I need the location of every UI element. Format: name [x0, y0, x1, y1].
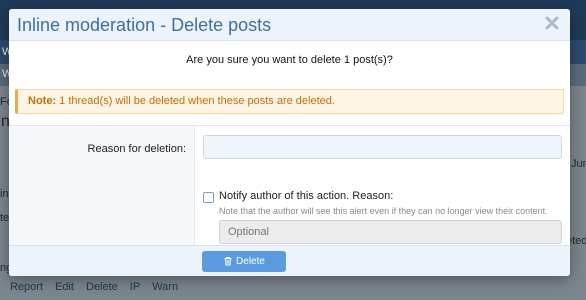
dialog-header: Inline moderation - Delete posts	[9, 9, 570, 41]
warn-link[interactable]: Warn	[152, 281, 178, 293]
notify-author-hint: Note that the author will see this alert…	[219, 206, 548, 216]
notify-author-label[interactable]: Notify author of this action. Reason:	[219, 190, 393, 202]
delete-link[interactable]: Delete	[86, 281, 118, 293]
ip-link[interactable]: IP	[130, 281, 140, 293]
edit-link[interactable]: Edit	[55, 281, 74, 293]
dialog-title: Inline moderation - Delete posts	[17, 15, 272, 35]
trash-icon	[224, 257, 232, 266]
close-icon[interactable]	[544, 15, 560, 31]
dialog-footer: Delete	[9, 245, 570, 276]
delete-posts-dialog: Inline moderation - Delete posts Are you…	[9, 9, 570, 276]
alert-reason-input[interactable]	[219, 220, 562, 244]
note-label: Note:	[28, 95, 57, 107]
notify-author-checkbox[interactable]	[203, 192, 214, 203]
reason-label: Reason for deletion:	[87, 143, 186, 155]
reason-input[interactable]	[203, 135, 562, 159]
delete-form: Reason for deletion: Notify author of th…	[9, 125, 570, 246]
delete-button-label: Delete	[236, 256, 265, 267]
form-label-column: Reason for deletion:	[9, 126, 195, 246]
confirmation-question: Are you sure you want to delete 1 post(s…	[186, 54, 393, 66]
deletion-note: Note: 1 thread(s) will be deleted when t…	[15, 89, 564, 114]
delete-button[interactable]: Delete	[202, 251, 286, 272]
jump-fragment: Jum	[571, 158, 586, 170]
post-actions: Report Edit Delete IP Warn	[10, 281, 178, 293]
note-text: 1 thread(s) will be deleted when these p…	[59, 95, 335, 107]
report-link[interactable]: Report	[10, 281, 43, 293]
